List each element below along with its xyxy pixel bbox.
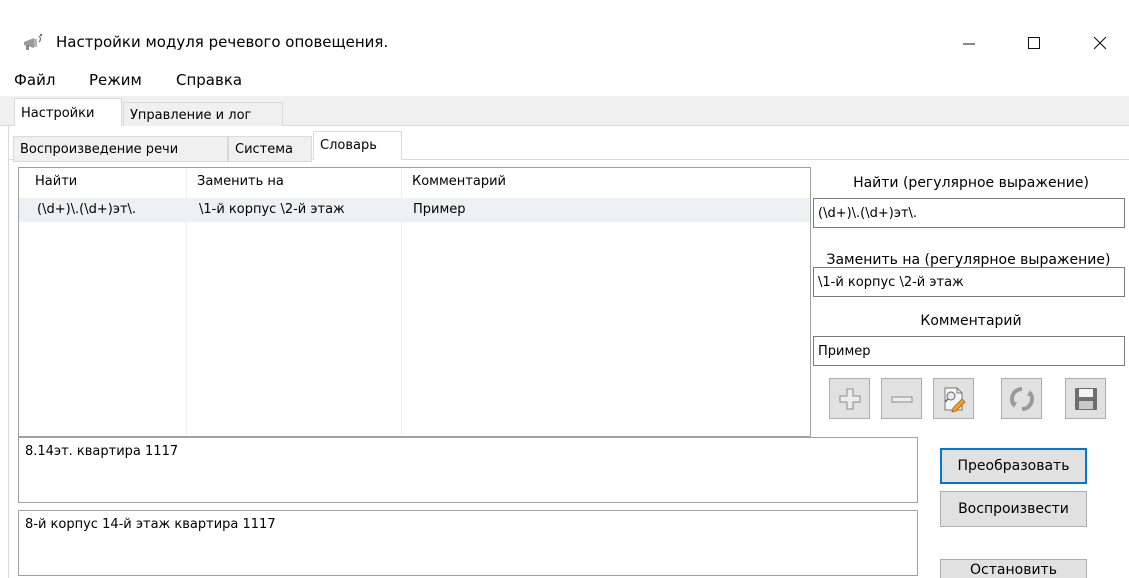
menu-file[interactable]: Файл	[14, 71, 55, 89]
save-button[interactable]	[1065, 378, 1106, 419]
table-cell-replace: \1-й корпус \2-й этаж	[199, 202, 345, 217]
replace-label: Заменить на (регулярное выражение)	[826, 252, 1111, 268]
stop-button[interactable]: Остановить	[940, 559, 1087, 578]
comment-input[interactable]: Пример	[813, 336, 1125, 366]
tab-speech-playback[interactable]: Воспроизведение речи	[13, 136, 228, 162]
maximize-button[interactable]	[1011, 28, 1057, 58]
find-input[interactable]: (\d+)\.(\d+)эт\.	[813, 198, 1125, 228]
tab-dictionary[interactable]: Словарь	[313, 131, 402, 160]
converted-text-output[interactable]: 8-й корпус 14-й этаж квартира 1117	[18, 510, 918, 576]
table-cell-find: (\d+)\.(\d+)эт\.	[37, 202, 137, 217]
menu-help[interactable]: Справка	[176, 71, 242, 89]
remove-entry-button[interactable]	[881, 378, 922, 419]
minimize-icon	[963, 43, 975, 45]
refresh-button[interactable]	[1001, 378, 1042, 419]
plus-icon	[839, 388, 860, 409]
source-text-input[interactable]: 8.14эт. квартира 1117	[18, 437, 918, 503]
save-icon	[1074, 387, 1097, 410]
convert-button[interactable]: Преобразовать	[940, 448, 1087, 484]
comment-label: Комментарий	[920, 313, 1022, 329]
edit-entry-button[interactable]	[933, 378, 974, 419]
window-title: Настройки модуля речевого оповещения.	[56, 33, 389, 51]
menu-bar	[0, 60, 1129, 96]
tab-management-log[interactable]: Управление и лог	[123, 102, 283, 128]
tab-system[interactable]: Система	[228, 136, 312, 162]
find-label: Найти (регулярное выражение)	[853, 175, 1089, 191]
add-entry-button[interactable]	[829, 378, 870, 419]
close-button[interactable]	[1077, 28, 1123, 58]
replace-input[interactable]: \1-й корпус \2-й этаж	[813, 267, 1125, 297]
column-header-find[interactable]: Найти	[35, 174, 77, 189]
menu-mode[interactable]: Режим	[89, 71, 142, 89]
minimize-button[interactable]	[946, 28, 992, 58]
column-header-replace[interactable]: Заменить на	[197, 174, 284, 189]
maximize-icon	[1028, 37, 1040, 49]
close-icon	[1093, 36, 1107, 50]
column-header-comment[interactable]: Комментарий	[412, 174, 506, 189]
megaphone-icon	[22, 33, 46, 53]
tab-settings[interactable]: Настройки	[14, 98, 122, 128]
table-cell-comment: Пример	[413, 202, 466, 217]
play-button[interactable]: Воспроизвести	[940, 491, 1087, 527]
refresh-icon	[1009, 386, 1034, 411]
edit-document-icon	[943, 387, 966, 413]
minus-icon	[891, 396, 912, 402]
